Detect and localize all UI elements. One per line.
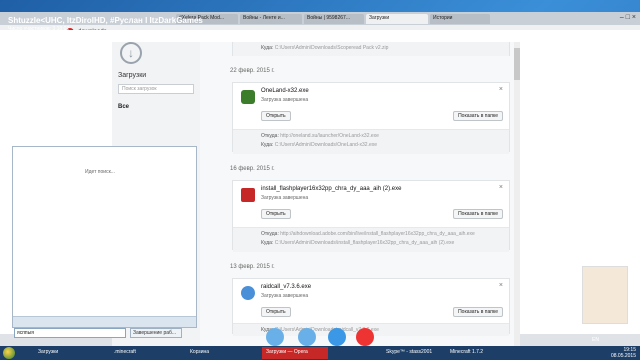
search-window: Идет поиск... [12, 146, 197, 328]
from-url[interactable]: http://oneland.su/launcher/OneLand-x32.e… [280, 133, 379, 139]
video-off-icon[interactable] [266, 328, 284, 346]
oneland-icon [241, 90, 255, 104]
from-url[interactable]: http://aihdownload.adobe.com/bin/live/in… [280, 231, 475, 237]
to-path[interactable]: C:\Users\Admin\Downloads\Scoperead Pack … [275, 45, 389, 51]
tab-history[interactable]: Истории [430, 14, 490, 24]
taskbar-item-minecraft[interactable]: Minecraft 1.7.2 [446, 347, 498, 359]
searching-status: Идет поиск... [85, 169, 115, 175]
shutdown-tab[interactable]: Завершение раб... [130, 328, 182, 338]
tab-2[interactable]: Войны - Ленте и... [240, 14, 302, 24]
window-controls[interactable]: – □ × [620, 14, 636, 21]
download-item: OneLand-x32.exe Загрузка завершена × Отк… [232, 82, 510, 154]
chat-input[interactable]: ясппыя [14, 328, 126, 338]
download-status: Загрузка завершена [261, 293, 309, 299]
to-label: Куда: [261, 240, 274, 246]
sidebar-title: Загрузки [118, 72, 147, 79]
open-button[interactable]: Открыть [261, 307, 291, 317]
tab-3[interactable]: Войны | 9598267... [304, 14, 364, 24]
filter-all[interactable]: Все [118, 104, 129, 110]
search-input[interactable]: Поиск загрузок [118, 84, 194, 94]
end-call-icon[interactable] [356, 328, 374, 346]
taskbar-item-minecraft-folder[interactable]: .minecraft [110, 347, 162, 359]
open-button[interactable]: Открыть [261, 111, 291, 121]
close-icon[interactable]: × [499, 282, 503, 289]
from-label: Откуда: [261, 133, 279, 139]
show-in-folder-button[interactable]: Показать в папке [453, 111, 503, 121]
open-button[interactable]: Открыть [261, 209, 291, 219]
close-icon[interactable]: × [499, 184, 503, 191]
search-window-footer [13, 316, 196, 327]
file-name[interactable]: raidcall_v7.3.6.exe [261, 284, 311, 290]
taskbar-item-recycle[interactable]: Корзина [186, 347, 238, 359]
to-label: Куда: [261, 142, 274, 148]
scrollbar-thumb[interactable] [514, 48, 520, 80]
taskbar-item-skype[interactable]: Skype™ - stass2001 [382, 347, 438, 359]
to-path[interactable]: C:\Users\Admin\Downloads\install_flashpl… [275, 240, 455, 246]
show-in-folder-button[interactable]: Показать в папке [453, 307, 503, 317]
tab-label: Войны | 9598267... [307, 15, 350, 21]
file-name[interactable]: OneLand-x32.exe [261, 88, 309, 94]
clock[interactable]: 19:15 08.05.2015 [611, 347, 636, 359]
download-item: install_flashplayer16x32pp_chra_dy_aaa_a… [232, 180, 510, 252]
date-heading: 16 февр. 2015 г. [230, 166, 275, 172]
avatar [582, 266, 628, 324]
download-item: raidcall_v7.3.6.exe Загрузка завершена ×… [232, 278, 510, 336]
tab-label: Войны - Ленте и... [243, 15, 285, 21]
taskbar: Загрузки .minecraft Корзина Загрузки — O… [0, 346, 640, 360]
to-label: Куда: [261, 45, 274, 51]
taskbar-item-downloads[interactable]: Загрузки [34, 347, 86, 359]
stream-title: Shtuzzle<UHC, ItzDiroIHD, #Руслан I ItzD… [8, 16, 203, 25]
date-heading: 22 февр. 2015 г. [230, 68, 275, 74]
date-heading: 13 февр. 2015 г. [230, 264, 275, 270]
download-item-partial: Куда: C:\Users\Admin\Downloads\Scoperead… [232, 42, 510, 56]
tab-label: Загрузки [369, 15, 390, 21]
file-name[interactable]: install_flashplayer16x32pp_chra_dy_aaa_a… [261, 186, 401, 192]
tab-downloads[interactable]: Загрузки [366, 14, 428, 24]
add-icon[interactable] [328, 328, 346, 346]
show-in-folder-button[interactable]: Показать в папке [453, 209, 503, 219]
from-label: Откуда: [261, 231, 279, 237]
to-path[interactable]: C:\Users\Admin\Downloads\OneLand-x32.exe [275, 142, 377, 148]
taskbar-item-opera[interactable]: Загрузки — Opera [262, 347, 328, 359]
clock-date: 08.05.2015 [610, 353, 636, 359]
raidcall-icon [241, 286, 255, 300]
start-button[interactable] [3, 347, 15, 359]
language-indicator[interactable]: EN [592, 337, 599, 343]
download-status: Загрузка завершена [261, 195, 309, 201]
mic-off-icon[interactable] [298, 328, 316, 346]
download-arrow-icon: ↓ [120, 42, 142, 64]
scrollbar[interactable] [514, 42, 520, 346]
close-icon[interactable]: × [499, 86, 503, 93]
flash-icon [241, 188, 255, 202]
download-status: Загрузка завершена [261, 97, 309, 103]
tab-label: Истории [433, 15, 453, 21]
